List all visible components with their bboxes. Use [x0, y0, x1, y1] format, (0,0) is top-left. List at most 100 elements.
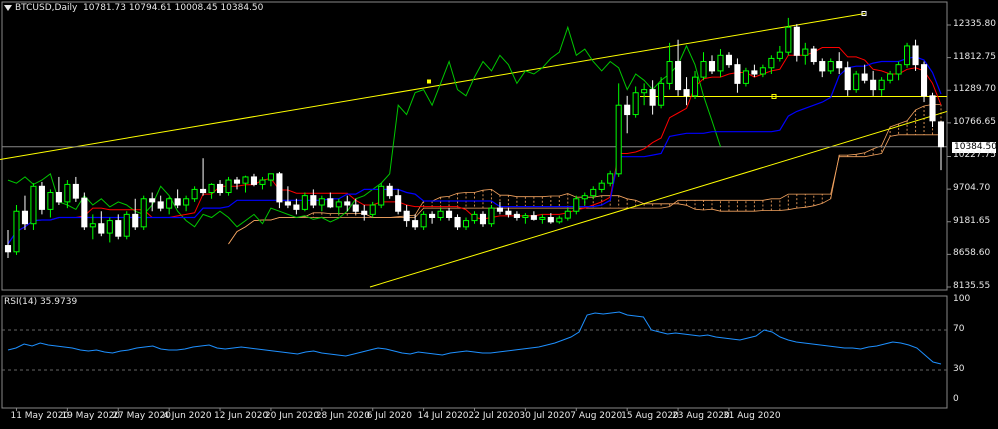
date-tick-label: 31 Aug 2020	[722, 411, 781, 421]
candle	[853, 73, 860, 91]
candle	[598, 182, 605, 190]
candle	[284, 201, 291, 206]
candle	[115, 220, 122, 237]
candle	[267, 173, 274, 181]
candle	[276, 173, 283, 203]
ichimoku-cloud	[304, 104, 942, 218]
price-tick-label: 8658.60	[953, 248, 991, 259]
candle	[708, 61, 716, 72]
candle	[38, 185, 45, 210]
candle	[72, 183, 79, 199]
candle	[887, 73, 894, 81]
date-tick-label: 12 Jun 2020	[214, 411, 269, 421]
candle	[827, 61, 834, 72]
price-tick-label: 11289.70	[953, 84, 996, 95]
candle	[581, 195, 588, 200]
candle	[378, 185, 385, 206]
senkou-span-a-line	[228, 104, 941, 245]
candle	[920, 64, 928, 97]
candle	[937, 121, 945, 148]
rsi-line	[7, 311, 942, 365]
candle	[310, 195, 317, 206]
candle	[344, 201, 351, 206]
rsi-tick-label: 100	[953, 294, 971, 304]
candle	[183, 198, 190, 206]
candle	[624, 104, 631, 116]
candle	[844, 67, 851, 91]
rsi-tick-label: 30	[953, 364, 965, 374]
candle	[412, 220, 419, 228]
candle	[21, 210, 29, 225]
candle	[30, 185, 37, 225]
candle	[242, 176, 249, 184]
candle	[318, 198, 325, 206]
candle	[4, 245, 12, 253]
price-tick-label: 10227.75	[953, 150, 996, 161]
candle	[734, 64, 741, 84]
candle	[106, 220, 113, 234]
candle	[293, 204, 300, 210]
date-tick-label: 19 May 2020	[61, 411, 121, 421]
candle	[683, 89, 690, 97]
candle	[556, 217, 563, 223]
candle	[361, 210, 368, 215]
candle	[403, 210, 410, 222]
chart-window[interactable]: BTCUSD,Daily 10781.73 10794.61 10008.45 …	[0, 0, 998, 429]
candle	[793, 26, 800, 56]
senkou-span-b-line	[228, 134, 941, 245]
candle	[912, 45, 919, 66]
candle	[64, 183, 71, 203]
rsi-tick-label: 0	[953, 394, 959, 404]
candle	[505, 210, 512, 215]
candle	[250, 176, 258, 185]
trendline-anchor	[427, 79, 431, 84]
candle	[590, 188, 597, 197]
chart-canvas[interactable]	[0, 0, 998, 429]
candle	[564, 210, 571, 219]
candle	[861, 73, 868, 81]
candles	[4, 17, 945, 259]
candle	[437, 210, 444, 218]
rsi-tick-label: 70	[953, 324, 965, 334]
candle	[929, 95, 936, 122]
date-tick-label: 28 Jun 2020	[315, 411, 370, 421]
candle	[488, 207, 495, 225]
candle	[386, 185, 393, 197]
chikou-span-line	[7, 25, 721, 228]
candle	[225, 179, 232, 194]
candle	[691, 76, 699, 97]
candle	[217, 183, 224, 194]
candle	[174, 198, 181, 206]
price-tick-label: 9704.70	[953, 183, 991, 194]
candle	[666, 61, 673, 84]
candle	[641, 89, 648, 94]
candle	[429, 213, 436, 218]
candle	[301, 195, 308, 210]
dropdown-triangle-icon	[4, 4, 12, 11]
candle	[81, 197, 88, 228]
candle	[55, 192, 62, 203]
price-tick-label: 8135.55	[953, 281, 991, 291]
candle	[717, 54, 724, 72]
symbol-header: BTCUSD,Daily 10781.73 10794.61 10008.45 …	[4, 3, 263, 13]
candle	[522, 215, 529, 218]
candle	[547, 216, 554, 223]
candle	[123, 213, 130, 237]
candle	[496, 207, 503, 212]
candle	[878, 79, 885, 91]
candle	[149, 198, 156, 203]
candle	[462, 220, 470, 228]
date-tick-label: 20 Jun 2020	[264, 411, 320, 421]
candle	[89, 223, 96, 228]
candle	[420, 213, 427, 228]
candle	[870, 79, 877, 91]
candle	[802, 48, 809, 56]
candle	[615, 104, 622, 175]
candle	[327, 198, 334, 208]
candle	[369, 204, 376, 215]
candle	[352, 204, 359, 212]
date-tick-label: 7 Aug 2020	[570, 411, 623, 421]
candle	[13, 210, 20, 253]
candle	[725, 54, 732, 66]
candle	[335, 201, 342, 208]
